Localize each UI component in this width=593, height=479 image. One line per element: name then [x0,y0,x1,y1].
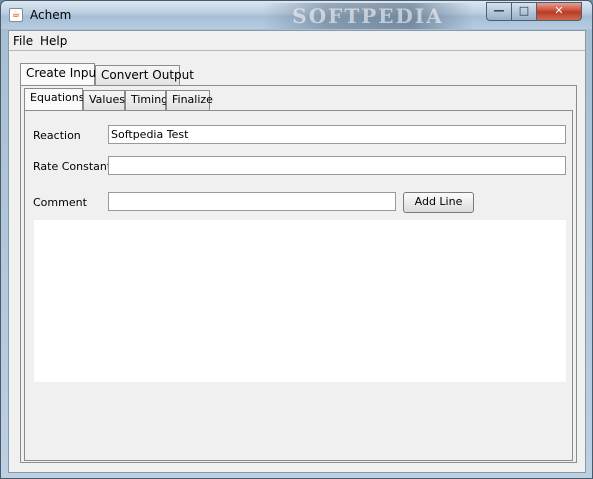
maximize-button[interactable]: □ [511,2,537,21]
tab-values[interactable]: Values [83,90,125,110]
close-button[interactable]: ✕ [536,2,582,21]
rate-constant-label: Rate Constant [33,160,112,173]
tab-create-input[interactable]: Create Input [20,63,101,85]
create-input-panel: Equations Values Timing Finalize Reactio… [20,85,577,463]
equations-panel: Reaction Rate Constant Comment Add Line [24,110,573,461]
client-area: File Help Create Input Convert Output Eq… [8,30,586,473]
equations-text-area[interactable] [34,220,566,382]
window-title: Achem [30,8,72,22]
menu-bar: File Help [9,31,585,51]
add-line-button[interactable]: Add Line [403,192,474,213]
minimize-button[interactable]: — [486,2,512,21]
reaction-input[interactable] [108,125,566,144]
tab-convert-output[interactable]: Convert Output [95,65,194,85]
comment-label: Comment [33,196,87,209]
reaction-label: Reaction [33,129,81,142]
title-bar[interactable]: SOFTPEDIA ☕ Achem — □ ✕ [1,1,592,29]
tab-equations[interactable]: Equations [24,88,84,110]
rate-constant-input[interactable] [108,156,566,175]
menu-file[interactable]: File [13,34,33,48]
tab-finalize[interactable]: Finalize [166,90,213,110]
menu-help[interactable]: Help [40,34,67,48]
java-app-icon[interactable]: ☕ [9,8,23,22]
comment-input[interactable] [108,192,396,211]
app-window: SOFTPEDIA ☕ Achem — □ ✕ File Help Create… [0,0,593,479]
watermark-logo: SOFTPEDIA [263,3,473,29]
tab-timing[interactable]: Timing [125,90,168,110]
